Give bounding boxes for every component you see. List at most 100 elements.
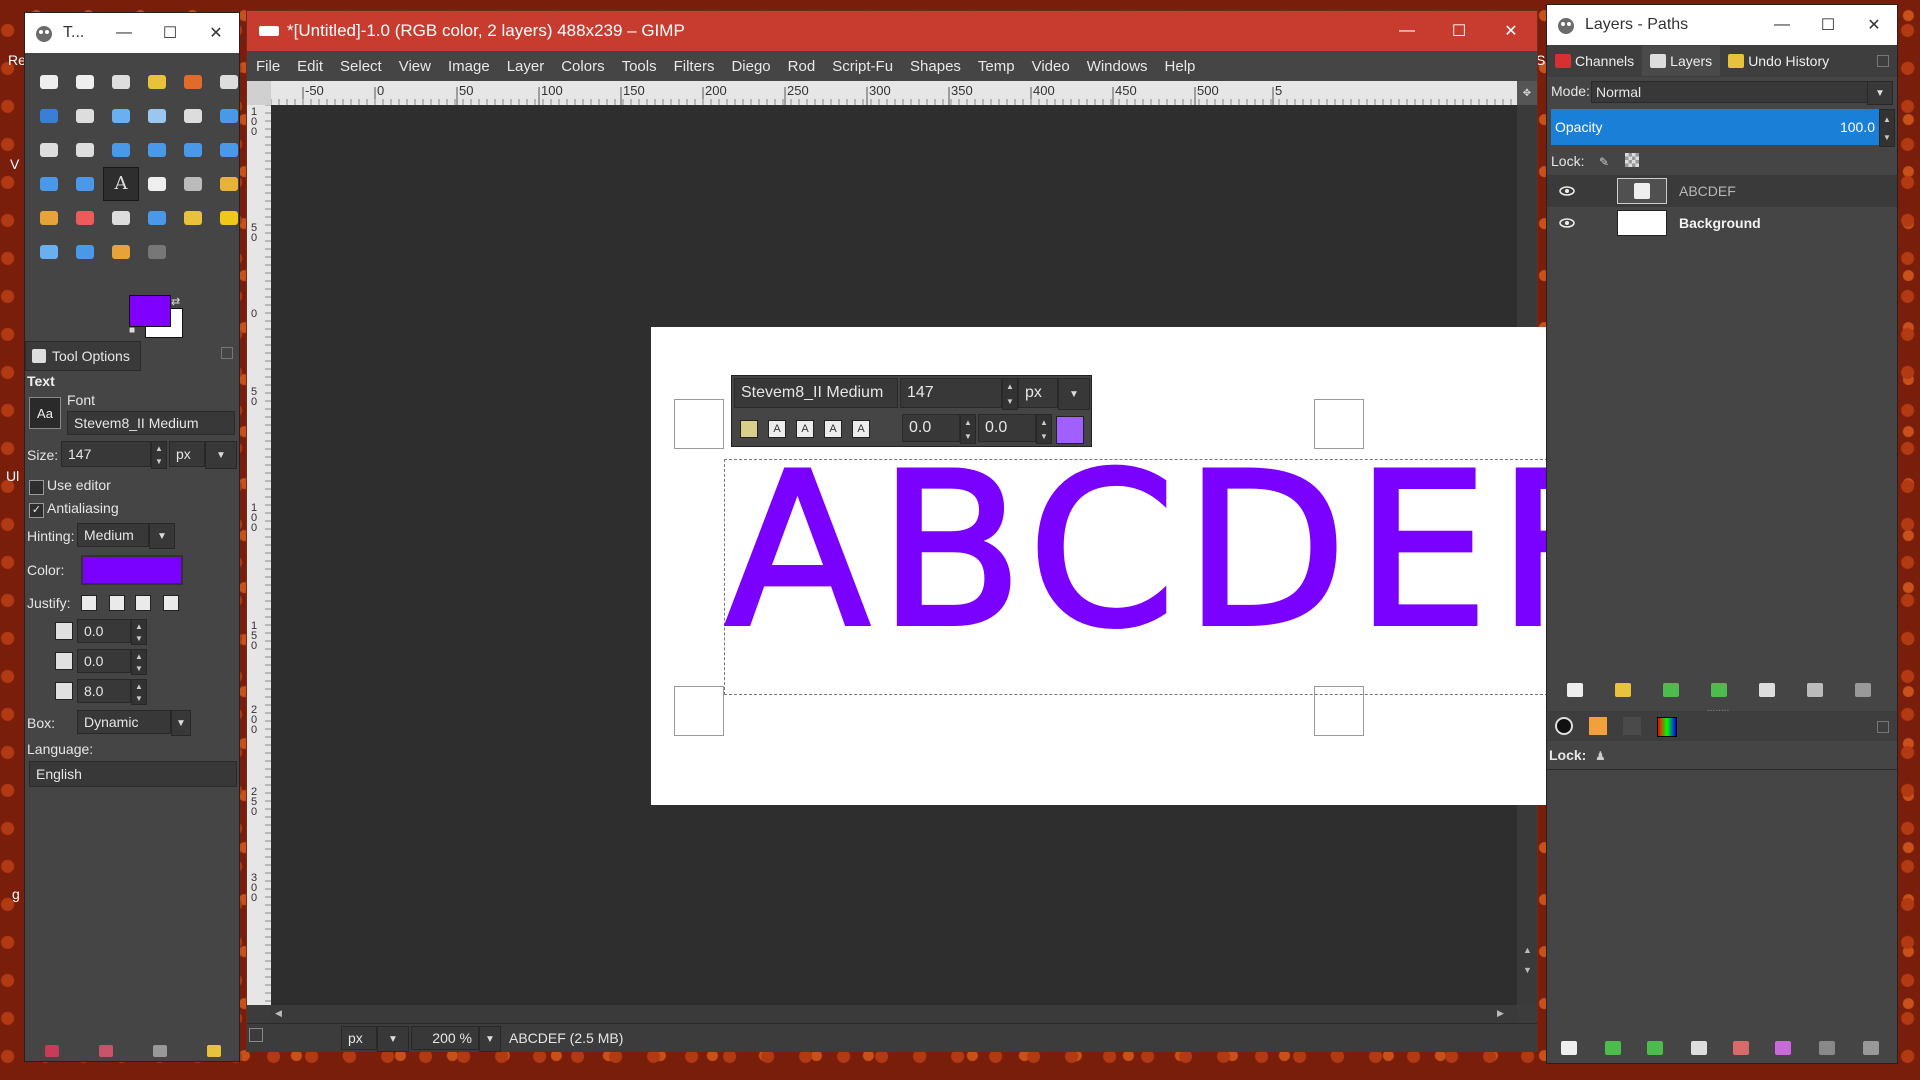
opacity-spinner[interactable]: ▲ ▼ <box>1879 109 1895 147</box>
size-spinner[interactable]: ▲ ▼ <box>151 441 167 469</box>
menu-filters[interactable]: Filters <box>665 58 723 75</box>
paint-item-icon[interactable] <box>1775 1041 1791 1055</box>
justify-right-button[interactable] <box>109 595 125 611</box>
color-picker-icon[interactable] <box>103 99 139 133</box>
dock-menu-icon[interactable] <box>1877 55 1889 67</box>
otb-baseline-input[interactable]: 0.0 <box>902 414 960 442</box>
cage-icon[interactable] <box>67 167 103 201</box>
maximize-button[interactable]: ☐ <box>147 13 193 53</box>
scissors-select-icon[interactable] <box>211 65 247 99</box>
paintbrush-icon[interactable] <box>31 201 67 235</box>
scale-icon[interactable] <box>139 133 175 167</box>
menu-temp[interactable]: Temp <box>969 58 1023 75</box>
unit-dropdown-icon[interactable]: ▼ <box>377 1026 409 1052</box>
lock-alpha-icon[interactable] <box>1625 153 1639 167</box>
patterns-icon[interactable] <box>1589 717 1607 735</box>
new-layer-group-icon[interactable] <box>1615 683 1631 697</box>
align-icon[interactable] <box>31 133 67 167</box>
perspective-icon[interactable] <box>211 133 247 167</box>
use-editor-checkbox[interactable] <box>29 480 44 495</box>
menu-shapes[interactable]: Shapes <box>901 58 969 75</box>
anchor-layer-icon[interactable] <box>1807 683 1823 697</box>
otb-bold-button[interactable]: A <box>768 420 786 438</box>
menu-tools[interactable]: Tools <box>613 58 665 75</box>
otb-clear-style-icon[interactable] <box>740 420 758 438</box>
letter-spacing-input[interactable]: 8.0 <box>77 679 131 703</box>
scroll-up-icon[interactable]: ▲ <box>1523 945 1532 955</box>
scroll-right-icon[interactable]: ▶ <box>1497 1008 1504 1019</box>
close-button[interactable]: ✕ <box>1485 11 1537 51</box>
justify-fill-button[interactable] <box>163 595 179 611</box>
item-to-selection-icon[interactable] <box>1733 1041 1749 1055</box>
perspective-clone-icon[interactable] <box>31 235 67 269</box>
reset-options-icon[interactable] <box>207 1045 221 1057</box>
blur-icon[interactable] <box>67 235 103 269</box>
text-color-button[interactable] <box>81 555 183 585</box>
ruler-corner[interactable] <box>247 81 271 105</box>
unit-select[interactable]: px <box>341 1026 377 1050</box>
ellipse-select-icon[interactable] <box>67 65 103 99</box>
otb-unit-select[interactable]: px <box>1018 378 1058 408</box>
font-field[interactable]: Stevem8_II Medium <box>67 411 235 435</box>
lock-pixels-icon[interactable]: ✎ <box>1599 155 1609 169</box>
raise-item-icon[interactable] <box>1605 1041 1621 1055</box>
mode-dropdown-icon[interactable]: ▼ <box>1867 81 1893 105</box>
hinting-select[interactable]: Medium <box>77 523 149 547</box>
close-button[interactable]: ✕ <box>1851 5 1897 45</box>
hinting-dropdown-icon[interactable]: ▼ <box>149 523 175 549</box>
maximize-button[interactable]: ☐ <box>1433 11 1485 51</box>
zoom-icon[interactable] <box>139 99 175 133</box>
box-select[interactable]: Dynamic <box>77 710 171 734</box>
move-icon[interactable] <box>211 99 247 133</box>
navigate-icon[interactable]: ✥ <box>1517 81 1537 105</box>
tab-layers[interactable]: Layers <box>1642 46 1721 76</box>
restore-preset-icon[interactable] <box>99 1045 113 1057</box>
eraser-icon[interactable] <box>67 201 103 235</box>
otb-italic-button[interactable]: A <box>796 420 814 438</box>
brushes-icon[interactable] <box>1555 717 1573 735</box>
size-unit-dropdown-icon[interactable]: ▼ <box>205 441 237 469</box>
select-by-color-icon[interactable] <box>175 65 211 99</box>
delete-item-icon[interactable] <box>1863 1041 1879 1055</box>
minimize-button[interactable]: — <box>1759 5 1805 45</box>
text-box-handle-bottom-left[interactable] <box>674 686 724 736</box>
clone-icon[interactable] <box>175 201 211 235</box>
tab-undo-history[interactable]: Undo History <box>1720 46 1837 76</box>
foreground-select-icon[interactable] <box>31 99 67 133</box>
otb-size-input[interactable]: 147 <box>900 378 1002 408</box>
lower-item-icon[interactable] <box>1647 1041 1663 1055</box>
justify-center-button[interactable] <box>135 595 151 611</box>
save-preset-icon[interactable] <box>45 1045 59 1057</box>
menu-help[interactable]: Help <box>1156 58 1204 75</box>
menu-select[interactable]: Select <box>331 58 390 75</box>
foreground-color-swatch-top[interactable] <box>129 295 171 327</box>
shear-icon[interactable] <box>175 133 211 167</box>
lower-layer-icon[interactable] <box>1711 683 1727 697</box>
airbrush-icon[interactable] <box>103 201 139 235</box>
otb-strikethrough-button[interactable]: A <box>852 420 870 438</box>
mode-select[interactable]: Normal <box>1591 81 1891 103</box>
text-box-handle-top-left[interactable] <box>674 399 724 449</box>
minimize-button[interactable]: — <box>101 13 147 53</box>
new-layer-icon[interactable] <box>1567 683 1583 697</box>
otb-font-field[interactable]: Stevem8_II Medium <box>734 378 898 408</box>
flip-icon[interactable] <box>31 167 67 201</box>
box-dropdown-icon[interactable]: ▼ <box>171 710 191 736</box>
menu-file[interactable]: File <box>247 58 288 75</box>
palettes-icon[interactable] <box>1657 717 1677 737</box>
indent-spinner[interactable]: ▲ ▼ <box>131 619 147 645</box>
justify-left-button[interactable] <box>81 595 97 611</box>
tab-tool-options[interactable]: Tool Options <box>25 341 141 371</box>
smudge-icon[interactable] <box>103 235 139 269</box>
line-spacing-input[interactable]: 0.0 <box>77 649 131 673</box>
rotate-icon[interactable] <box>103 133 139 167</box>
zoom-select[interactable]: 200 % <box>411 1026 479 1050</box>
otb-size-spinner[interactable]: ▲ ▼ <box>1002 378 1018 410</box>
tab-menu-icon[interactable] <box>221 347 233 359</box>
dodge-burn-icon[interactable] <box>139 235 175 269</box>
letter-spacing-spinner[interactable]: ▲ ▼ <box>131 679 147 705</box>
fuzzy-select-icon[interactable] <box>139 65 175 99</box>
bucket-fill-icon[interactable] <box>139 167 175 201</box>
blend-icon[interactable] <box>175 167 211 201</box>
layers-dock-titlebar[interactable]: Layers - Paths — ☐ ✕ <box>1547 5 1897 45</box>
